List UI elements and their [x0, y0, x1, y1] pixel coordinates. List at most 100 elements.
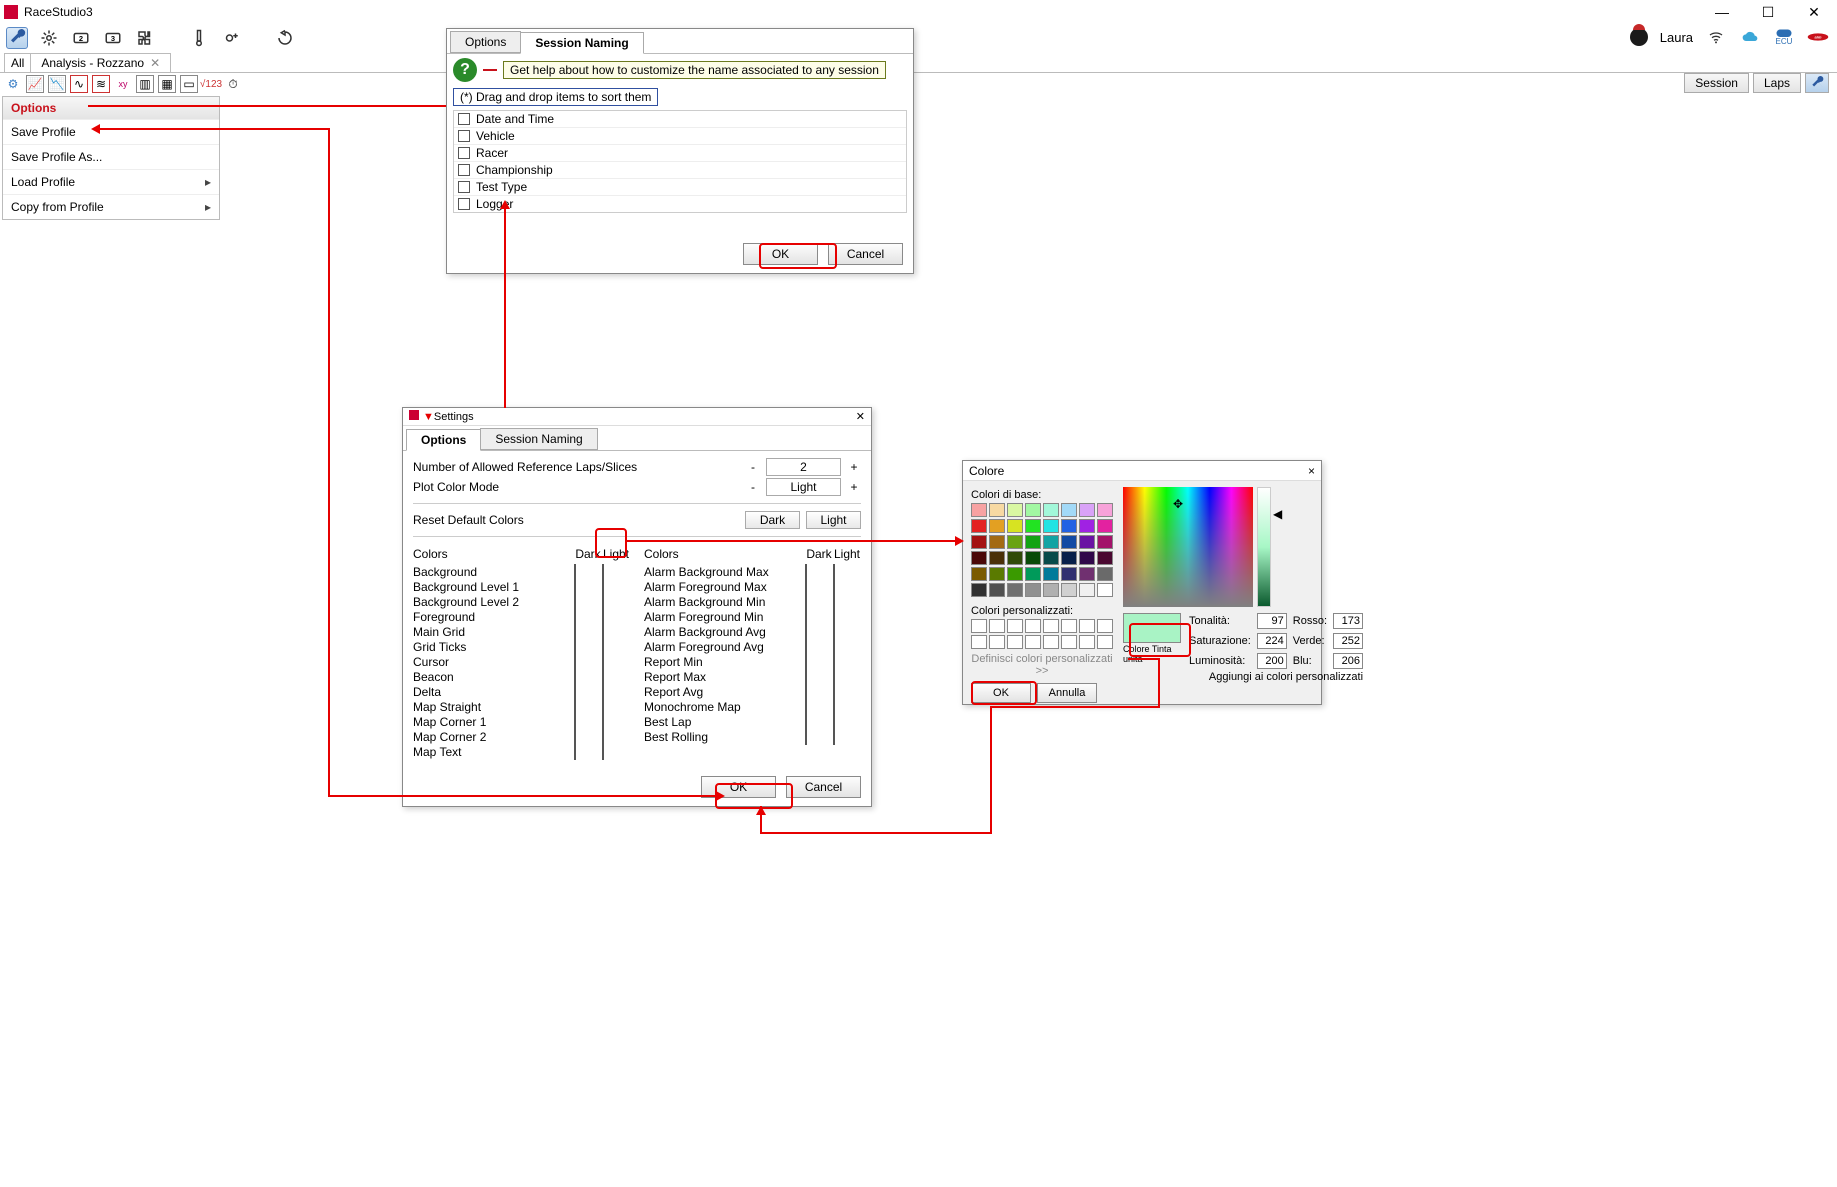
tool-loop-icon[interactable]: [274, 27, 296, 49]
basic-color-swatch[interactable]: [1043, 551, 1059, 565]
dark-swatch[interactable]: [574, 594, 576, 610]
dark-swatch[interactable]: [805, 564, 807, 580]
basic-color-swatch[interactable]: [1043, 567, 1059, 581]
basic-color-swatch[interactable]: [1079, 583, 1095, 597]
light-swatch[interactable]: [833, 654, 835, 670]
reset-dark-button[interactable]: Dark: [745, 511, 800, 529]
ref-value[interactable]: 2: [766, 458, 841, 476]
light-swatch[interactable]: [602, 594, 604, 610]
basic-color-swatch[interactable]: [1097, 583, 1113, 597]
basic-color-swatch[interactable]: [1061, 535, 1077, 549]
tool-badge2-icon[interactable]: 2: [70, 27, 92, 49]
basic-color-swatch[interactable]: [971, 583, 987, 597]
basic-color-swatch[interactable]: [989, 535, 1005, 549]
basic-color-swatch[interactable]: [1097, 519, 1113, 533]
basic-color-swatch[interactable]: [1079, 535, 1095, 549]
light-swatch[interactable]: [602, 714, 604, 730]
bars-icon[interactable]: ▭: [180, 75, 198, 93]
lum-input[interactable]: [1257, 653, 1287, 669]
tone-input[interactable]: [1257, 613, 1287, 629]
basic-color-swatch[interactable]: [1061, 503, 1077, 517]
grid-icon[interactable]: ▦: [158, 75, 176, 93]
menu-copy-from-profile[interactable]: Copy from Profile: [3, 194, 219, 219]
basic-color-swatch[interactable]: [1007, 567, 1023, 581]
maximize-button[interactable]: ☐: [1745, 0, 1791, 24]
light-swatch[interactable]: [833, 579, 835, 595]
light-swatch[interactable]: [833, 639, 835, 655]
tab-laps[interactable]: Laps: [1753, 73, 1801, 93]
basic-color-swatch[interactable]: [1025, 519, 1041, 533]
chart-icon-1[interactable]: 📈: [26, 75, 44, 93]
basic-color-swatch[interactable]: [1007, 551, 1023, 565]
dark-swatch[interactable]: [574, 684, 576, 700]
dark-swatch[interactable]: [574, 669, 576, 685]
light-swatch[interactable]: [602, 579, 604, 595]
light-swatch[interactable]: [602, 744, 604, 760]
dark-swatch[interactable]: [805, 639, 807, 655]
settings-cancel-button[interactable]: Cancel: [786, 776, 861, 798]
cloud-icon[interactable]: [1739, 28, 1761, 46]
basic-color-swatch[interactable]: [1043, 535, 1059, 549]
tab-close-icon[interactable]: ✕: [150, 56, 160, 70]
reset-light-button[interactable]: Light: [806, 511, 861, 529]
menu-save-profile[interactable]: Save Profile: [3, 119, 219, 144]
basic-color-swatch[interactable]: [1079, 519, 1095, 533]
dark-swatch[interactable]: [574, 729, 576, 745]
basic-color-swatch[interactable]: [1025, 567, 1041, 581]
xy-icon[interactable]: xy: [114, 75, 132, 93]
dark-swatch[interactable]: [805, 669, 807, 685]
basic-color-swatch[interactable]: [1079, 551, 1095, 565]
sat-input[interactable]: [1257, 633, 1287, 649]
light-swatch[interactable]: [602, 639, 604, 655]
basic-color-swatch[interactable]: [971, 567, 987, 581]
dark-swatch[interactable]: [574, 579, 576, 595]
basic-color-swatch[interactable]: [1007, 519, 1023, 533]
light-swatch[interactable]: [833, 564, 835, 580]
light-swatch[interactable]: [833, 609, 835, 625]
basic-color-swatch[interactable]: [989, 519, 1005, 533]
plot-value[interactable]: Light: [766, 478, 841, 496]
sn-tab-options[interactable]: Options: [450, 31, 521, 53]
light-swatch[interactable]: [602, 564, 604, 580]
plot-plus-button[interactable]: +: [847, 480, 861, 494]
tab-session[interactable]: Session: [1684, 73, 1749, 93]
dark-swatch[interactable]: [805, 654, 807, 670]
dark-swatch[interactable]: [805, 729, 807, 745]
dark-swatch[interactable]: [805, 714, 807, 730]
sqrt-icon[interactable]: √123: [202, 75, 220, 93]
basic-color-swatch[interactable]: [1007, 503, 1023, 517]
settings-close-icon[interactable]: ✕: [856, 410, 865, 423]
basic-color-swatch[interactable]: [1061, 551, 1077, 565]
tool-wrench-icon[interactable]: [6, 27, 28, 49]
tab-all[interactable]: All: [4, 53, 31, 72]
wrench-small-icon[interactable]: [1805, 73, 1829, 93]
sn-cancel-button[interactable]: Cancel: [828, 243, 903, 265]
dark-swatch[interactable]: [574, 609, 576, 625]
ecu-icon[interactable]: ECU: [1773, 28, 1795, 46]
basic-color-swatch[interactable]: [1061, 567, 1077, 581]
minimize-button[interactable]: —: [1699, 0, 1745, 24]
basic-color-swatch[interactable]: [1025, 535, 1041, 549]
basic-color-swatch[interactable]: [1025, 551, 1041, 565]
basic-color-swatch[interactable]: [989, 503, 1005, 517]
cp-close-icon[interactable]: ×: [1308, 464, 1315, 478]
basic-color-swatch[interactable]: [971, 519, 987, 533]
red-input[interactable]: [1333, 613, 1363, 629]
green-input[interactable]: [1333, 633, 1363, 649]
wifi-icon[interactable]: [1705, 28, 1727, 46]
light-swatch[interactable]: [833, 729, 835, 745]
set-tab-options[interactable]: Options: [406, 429, 481, 451]
light-swatch[interactable]: [833, 594, 835, 610]
dark-swatch[interactable]: [574, 744, 576, 760]
light-swatch[interactable]: [833, 684, 835, 700]
light-swatch[interactable]: [602, 609, 604, 625]
plot-minus-button[interactable]: -: [746, 480, 760, 494]
chart-icon-4[interactable]: ≋: [92, 75, 110, 93]
ref-minus-button[interactable]: -: [746, 460, 760, 474]
basic-color-swatch[interactable]: [1079, 503, 1095, 517]
dark-swatch[interactable]: [805, 624, 807, 640]
chart-icon-2[interactable]: 📉: [48, 75, 66, 93]
check-test-type[interactable]: Test Type: [454, 179, 906, 196]
help-icon[interactable]: ?: [453, 58, 477, 82]
basic-color-swatch[interactable]: [1007, 535, 1023, 549]
